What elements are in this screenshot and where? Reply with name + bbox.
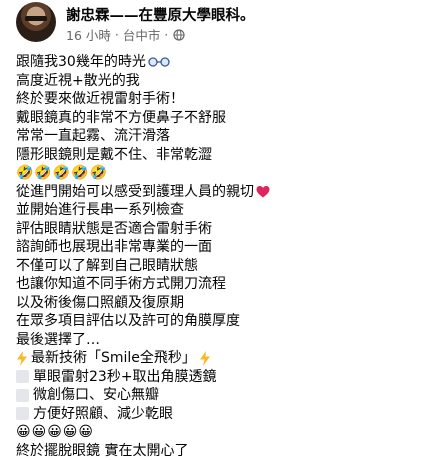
white-square-icon — [16, 407, 29, 421]
post-line: 高度近視+散光的我 — [16, 72, 140, 89]
smiley-emoji-row: 😀😀😀😀😀 — [16, 424, 94, 440]
post-line: 隱形眼鏡則是戴不住、非常乾澀 — [16, 146, 212, 163]
post-line: 諮詢師也展現出非常專業的一面 — [16, 239, 212, 255]
post-time[interactable]: 16 小時 — [66, 25, 111, 44]
post-meta: 16 小時 · 台中市 · — [66, 25, 185, 44]
post-location[interactable]: 台中市 — [123, 25, 161, 44]
post-line: 在眾多項目評估以及許可的角膜厚度 — [16, 313, 240, 329]
post-line: 並開始進行長串一系列檢查 — [16, 202, 184, 218]
post-line: 終於擺脫眼鏡 實在太開心了 — [16, 442, 189, 459]
post-line: 評估眼睛狀態是否適合雷射手術 — [16, 220, 212, 237]
post-line: 最新技術「Smile全飛秒」 — [16, 349, 426, 368]
post-body: 跟隨我30幾年的時光 高度近視+散光的我 終於要來做近視雷射手術！ 戴眼鏡真的非… — [16, 53, 426, 460]
author-avatar[interactable] — [16, 2, 56, 42]
globe-icon — [173, 28, 185, 41]
lightning-icon — [199, 350, 210, 366]
white-square-icon — [16, 370, 29, 384]
facebook-post: 謝忠霖——在豐原大學眼科。 16 小時 · 台中市 · 跟隨我30幾年的時光 高… — [0, 0, 433, 460]
post-line: 跟隨我30幾年的時光 — [16, 53, 426, 72]
post-line: 最後選擇了… — [16, 331, 100, 348]
bullet-line: 方便好照顧、減少乾眼 — [16, 405, 426, 424]
post-line: 常常一直起霧、流汗滑落 — [16, 128, 170, 144]
glasses-icon — [148, 57, 170, 67]
laughing-emoji-row: 🤣🤣🤣🤣🤣 — [16, 165, 109, 181]
post-line: 戴眼鏡真的非常不方便鼻子不舒服 — [16, 109, 226, 126]
lightning-icon — [17, 350, 27, 366]
meta-separator: · — [110, 27, 123, 42]
author-name[interactable]: 謝忠霖——在豐原大學眼科。 — [66, 4, 255, 25]
white-square-icon — [16, 388, 29, 402]
bullet-line: 單眼雷射23秒+取出角膜透鏡 — [16, 368, 426, 387]
post-line: 終於要來做近視雷射手術！ — [16, 91, 184, 107]
meta-separator: · — [160, 27, 169, 42]
post-line: 以及術後傷口照顧及復原期 — [16, 294, 184, 311]
bullet-line: 微創傷口、安心無瓣 — [16, 386, 426, 405]
post-line: 從進門開始可以感受到護理人員的親切 — [16, 183, 426, 202]
heart-icon — [256, 185, 270, 198]
post-line: 不僅可以了解到自己眼睛狀態 — [16, 257, 198, 274]
post-line: 也讓你知道不同手術方式開刀流程 — [16, 276, 226, 292]
